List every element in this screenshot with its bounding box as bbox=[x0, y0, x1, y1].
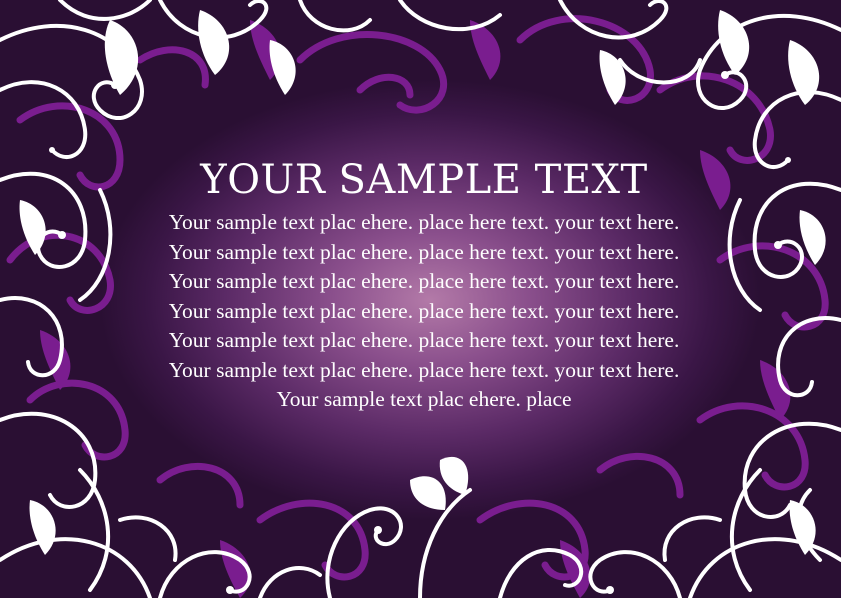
card-title: YOUR SAMPLE TEXT bbox=[200, 157, 648, 203]
floral-card: YOUR SAMPLE TEXT Your sample text plac e… bbox=[0, 0, 841, 598]
card-body-text: Your sample text plac ehere. place here … bbox=[168, 210, 680, 411]
text-block: YOUR SAMPLE TEXT Your sample text plac e… bbox=[150, 156, 698, 415]
